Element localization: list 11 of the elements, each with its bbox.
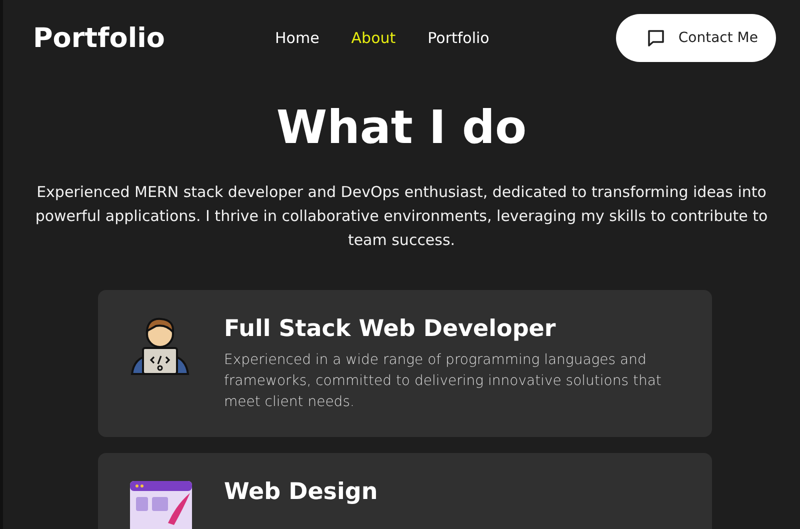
service-description: Experienced in a wide range of programming languages and frameworks, committed to delivering innovative solutions that meet client needs. [224,351,662,412]
intro-text: Experienced MERN stack developer and DevOps enthusiast, dedicated to transforming ideas into powerful applications. I thrive in collaborative environments, leveraging my skills to contribute to team success. [34,182,769,251]
service-title: Web Design [224,479,378,505]
site-logo[interactable]: Portfolio [33,22,263,54]
chat-icon [646,28,666,48]
service-title: Full Stack Web Developer [224,316,557,342]
contact-button[interactable]: Contact Me [616,14,776,62]
nav-link[interactable]: Home [275,29,320,47]
section-title: What I do [275,100,528,154]
nav-link[interactable]: Portfolio [428,29,490,47]
nav-link[interactable]: About [351,29,396,47]
